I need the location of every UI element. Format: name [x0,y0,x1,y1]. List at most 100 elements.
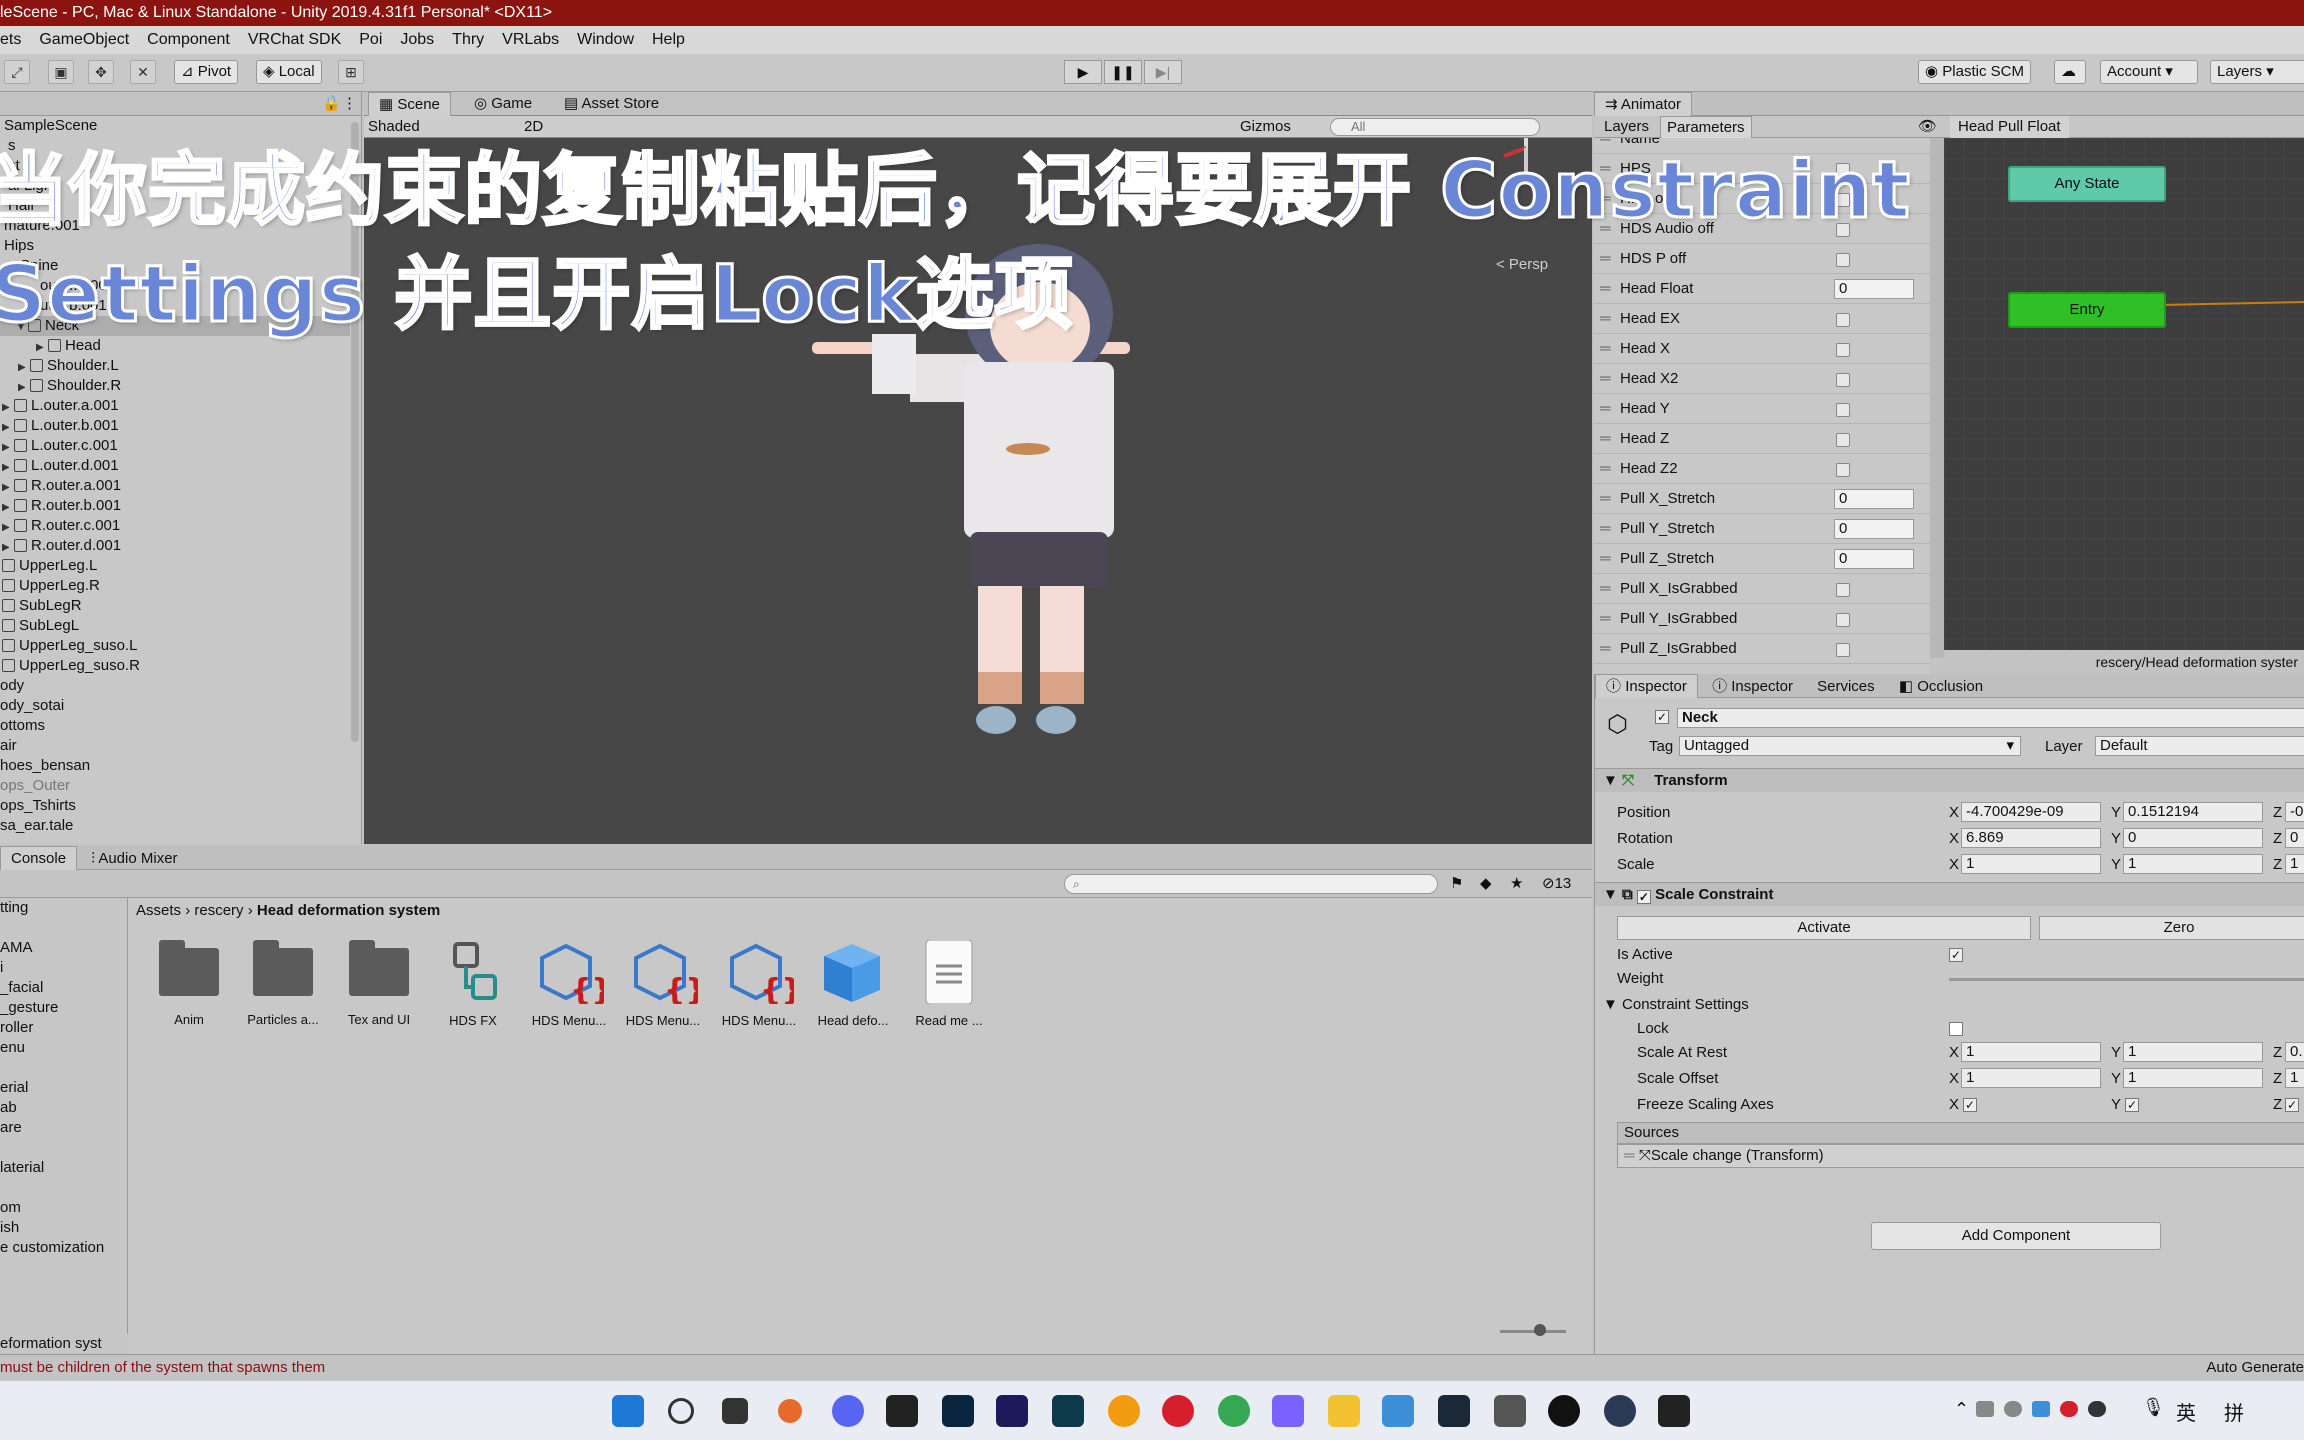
filter-label-icon[interactable]: ◆ [1480,874,1492,892]
parameter-row[interactable]: ═ Pull Y_Stretch 0 [1594,514,1930,544]
parameter-float-field[interactable]: 0 [1834,279,1914,299]
folder-tree-item[interactable]: enu [0,1038,127,1058]
expand-arrow-icon[interactable]: ▶ [2,458,14,478]
parameter-row[interactable]: ═ Head Z [1594,424,1930,454]
parameter-row[interactable]: ═ Pull Y_IsGrabbed [1594,604,1930,634]
parameter-float-field[interactable]: 0 [1834,489,1914,509]
hierarchy-row[interactable]: SubLegL [0,616,350,636]
hierarchy-row[interactable]: ▶ L.outer.a.001 [0,396,350,416]
hierarchy-row[interactable]: st [0,156,350,176]
parameter-bool-checkbox[interactable] [1836,583,1850,597]
tab-animator[interactable]: ⇉ Animator [1594,92,1692,116]
menu-vrlabs[interactable]: VRLabs [502,31,559,49]
drag-handle-icon[interactable]: ═ [1600,454,1611,484]
discord-icon[interactable] [832,1395,864,1427]
rest-z-field[interactable]: 0. [2285,1042,2304,1062]
tray-app-icon[interactable] [2032,1401,2050,1417]
layer-breadcrumb[interactable]: Head Pull Float [1950,116,2069,138]
chrome-icon[interactable] [1218,1395,1250,1427]
weight-slider[interactable] [1949,978,2304,981]
hierarchy-row[interactable]: ▶ L.outer.c.001 [0,436,350,456]
drag-handle-icon[interactable]: ═ [1600,634,1611,664]
activate-button[interactable]: Activate [1617,916,2031,940]
add-component-button[interactable]: Add Component [1871,1222,2161,1250]
parameter-bool-checkbox[interactable] [1836,313,1850,327]
expand-arrow-icon[interactable]: ▶ [36,338,48,358]
tab-occlusion[interactable]: ◧ Occlusion [1889,675,1993,699]
menu-help[interactable]: Help [652,31,685,49]
parameter-row[interactable]: ═ HPS on [1594,184,1930,214]
freeze-y-checkbox[interactable]: ✓ [2125,1098,2139,1112]
eye-icon[interactable]: 👁 [1918,116,1937,138]
expand-arrow-icon[interactable]: ▼ [16,318,28,338]
menu-jobs[interactable]: Jobs [400,31,434,49]
parameter-row[interactable]: ═ Name [1594,138,1930,154]
tray-app-icon[interactable] [2060,1401,2078,1417]
parameter-bool-checkbox[interactable] [1836,433,1850,447]
rotation-z-field[interactable]: 0 [2285,828,2304,848]
hierarchy-row[interactable]: hoes_bensan [0,756,350,776]
entry-node[interactable]: Entry [2008,292,2166,328]
folder-tree-item[interactable]: e customization [0,1238,127,1258]
ime-english[interactable]: 英 [2176,1397,2196,1426]
tab-audio-mixer[interactable]: ⫶ Audio Mixer [81,847,187,871]
unity-icon[interactable] [886,1395,918,1427]
tag-dropdown[interactable]: Untagged ▾ [1679,736,2021,756]
audition-icon[interactable] [1052,1395,1084,1427]
photoshop-icon[interactable] [942,1395,974,1427]
expand-arrow-icon[interactable]: ▶ [2,478,14,498]
breadcrumb-assets[interactable]: Assets [136,902,181,919]
hierarchy-row[interactable]: ▶ Head [0,336,350,356]
hierarchy-row[interactable]: mature.001 [0,216,350,236]
folder-tree-item[interactable]: _gesture [0,998,127,1018]
asset-folder-particles[interactable]: Particles a... [238,940,328,1027]
parameter-bool-checkbox[interactable] [1836,463,1850,477]
position-y-field[interactable]: 0.1512194 [2123,802,2263,822]
menu-component[interactable]: Component [147,31,230,49]
menu-window[interactable]: Window [577,31,634,49]
offset-x-field[interactable]: 1 [1961,1068,2101,1088]
hierarchy-row[interactable]: ▶ R.outer.c.001 [0,516,350,536]
offset-y-field[interactable]: 1 [2123,1068,2263,1088]
menu-assets[interactable]: ets [0,31,21,49]
ime-pinyin[interactable]: 拼 [2224,1397,2244,1426]
asset-readme[interactable]: Read me ... [904,939,994,1028]
drag-handle-icon[interactable]: ═ [1600,484,1611,514]
folder-tree-item[interactable] [0,1138,127,1158]
expand-arrow-icon[interactable]: ▶ [2,438,14,458]
account-dropdown[interactable]: Account ▾ [2100,60,2198,84]
tab-inspector-2[interactable]: ⓘ Inspector [1702,675,1803,699]
task-view-icon[interactable] [722,1398,748,1424]
folder-tree-item[interactable]: laterial [0,1158,127,1178]
freeze-z-checkbox[interactable]: ✓ [2285,1098,2299,1112]
hierarchy-row[interactable]: ▶ Shoulder.R [0,376,350,396]
layers-dropdown[interactable]: Layers ▾ [2210,60,2304,84]
parameter-row[interactable]: ═ Pull X_IsGrabbed [1594,574,1930,604]
freeze-x-checkbox[interactable]: ✓ [1963,1098,1977,1112]
tray-app-icon[interactable] [2004,1401,2022,1417]
parameter-row[interactable]: ═ Head X [1594,334,1930,364]
2d-toggle[interactable]: 2D [524,116,543,138]
filter-type-icon[interactable]: ⚑ [1450,874,1463,892]
tab-layers[interactable]: Layers [1604,116,1649,138]
hierarchy-row[interactable]: SubLegR [0,596,350,616]
parameter-bool-checkbox[interactable] [1836,613,1850,627]
rest-x-field[interactable]: 1 [1961,1042,2101,1062]
tab-asset-store[interactable]: ▤ Asset Store [554,92,669,116]
scale-y-field[interactable]: 1 [2123,854,2263,874]
layer-dropdown[interactable]: Default [2095,736,2304,756]
scene-view[interactable]: < Persp [364,92,1592,844]
rotation-y-field[interactable]: 0 [2123,828,2263,848]
project-search-input[interactable]: ⌕ [1064,874,1438,894]
hierarchy-row[interactable]: UpperLeg_suso.L [0,636,350,656]
hierarchy-row[interactable]: UpperLeg.L [0,556,350,576]
drag-handle-icon[interactable]: ═ [1600,334,1611,364]
expand-arrow-icon[interactable]: ▶ [2,538,14,558]
folder-tree-item[interactable]: om [0,1198,127,1218]
parameter-row[interactable]: ═ HDS Audio off [1594,214,1930,244]
parameter-row[interactable]: ═ Head Z2 [1594,454,1930,484]
parameter-bool-checkbox[interactable] [1836,403,1850,417]
expand-arrow-icon[interactable]: ▶ [2,518,14,538]
drag-handle-icon[interactable]: ═ [1600,514,1611,544]
drag-handle-icon[interactable]: ═ [1600,214,1611,244]
